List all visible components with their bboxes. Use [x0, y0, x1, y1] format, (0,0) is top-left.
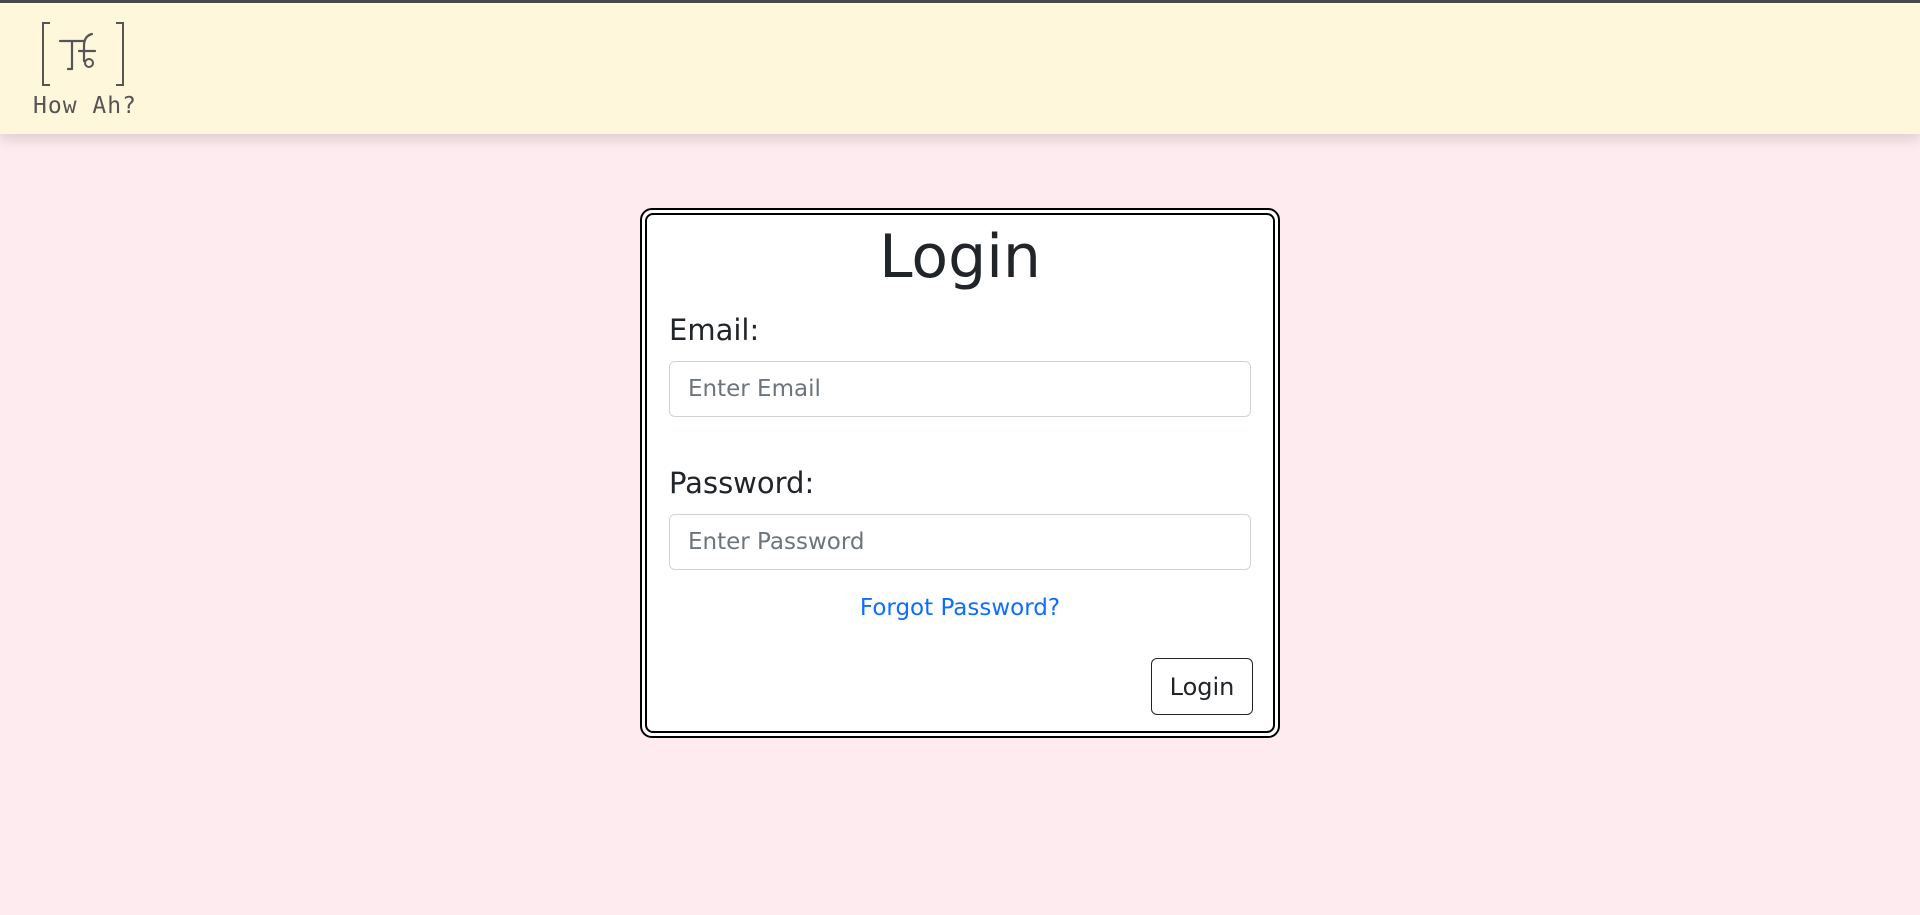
forgot-password-link[interactable]: Forgot Password? [647, 595, 1273, 621]
login-title: Login [879, 222, 1041, 292]
password-input[interactable] [669, 514, 1251, 570]
site-header: How Ah? [0, 3, 1920, 134]
password-label: Password: [669, 466, 815, 500]
brand-logo[interactable]: How Ah? [26, 21, 146, 131]
login-card: Login Email: Password: Forgot Password? … [640, 208, 1280, 738]
email-input[interactable] [669, 361, 1251, 417]
login-card-inner: Login Email: Password: Forgot Password? … [645, 213, 1275, 733]
login-button[interactable]: Login [1151, 658, 1253, 715]
brand-name: How Ah? [33, 93, 137, 119]
logo-icon [42, 22, 124, 86]
email-label: Email: [669, 313, 760, 347]
